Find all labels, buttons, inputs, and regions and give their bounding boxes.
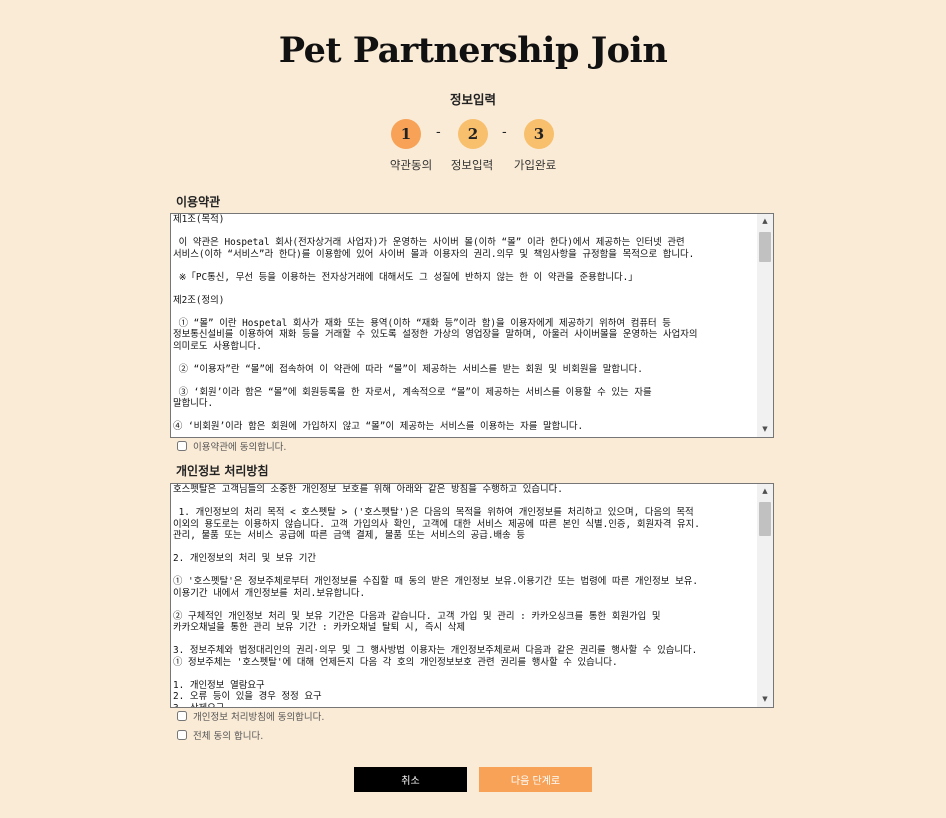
agree-all-row[interactable]: 전체 동의 합니다. [177,730,263,744]
scroll-down-icon[interactable]: ▼ [757,422,773,437]
scroll-up-icon[interactable]: ▲ [757,214,773,229]
step-separator: - [502,125,507,140]
step-indicator: 1 - 2 - 3 약관동의 정보입력 가입완료 [0,119,946,179]
privacy-heading: 개인정보 처리방침 [176,464,269,478]
privacy-scrollbar[interactable]: ▲ ▼ [757,484,773,707]
scroll-thumb[interactable] [759,502,771,536]
terms-agree-checkbox[interactable] [177,441,187,451]
step-2-circle: 2 [458,119,488,149]
terms-heading: 이용약관 [176,195,221,209]
step-1-circle: 1 [391,119,421,149]
step-1-label: 약관동의 [389,158,433,172]
privacy-content: 호스펫탈은 고객님들의 소중한 개인정보 보호를 위해 아래와 같은 방침을 수… [173,484,700,707]
terms-scrollbar[interactable]: ▲ ▼ [757,214,773,437]
agree-all-label: 전체 동의 합니다. [193,731,264,742]
step-separator: - [436,125,441,140]
page-subtitle: 정보입력 [449,92,496,107]
terms-content: 제1조(목적) 이 약관은 Hospetal 회사(전자상거래 사업자)가 운영… [173,214,698,432]
agree-all-checkbox[interactable] [177,730,187,740]
page-title: Pet Partnership Join [278,30,668,71]
step-3-label: 가입완료 [513,158,557,172]
step-3-circle: 3 [524,119,554,149]
privacy-agree-row[interactable]: 개인정보 처리방침에 동의합니다. [177,711,324,725]
terms-textarea[interactable]: 제1조(목적) 이 약관은 Hospetal 회사(전자상거래 사업자)가 운영… [170,213,774,438]
terms-agree-label: 이용약관에 동의합니다. [193,442,287,453]
step-2-label: 정보입력 [450,158,494,172]
next-step-button[interactable]: 다음 단계로 [479,767,592,792]
privacy-textarea[interactable]: 호스펫탈은 고객님들의 소중한 개인정보 보호를 위해 아래와 같은 방침을 수… [170,483,774,708]
privacy-agree-checkbox[interactable] [177,711,187,721]
scroll-up-icon[interactable]: ▲ [757,484,773,499]
terms-agree-row[interactable]: 이용약관에 동의합니다. [177,441,286,455]
cancel-button[interactable]: 취소 [354,767,467,792]
privacy-agree-label: 개인정보 처리방침에 동의합니다. [193,712,325,723]
scroll-thumb[interactable] [759,232,771,262]
scroll-down-icon[interactable]: ▼ [757,692,773,707]
